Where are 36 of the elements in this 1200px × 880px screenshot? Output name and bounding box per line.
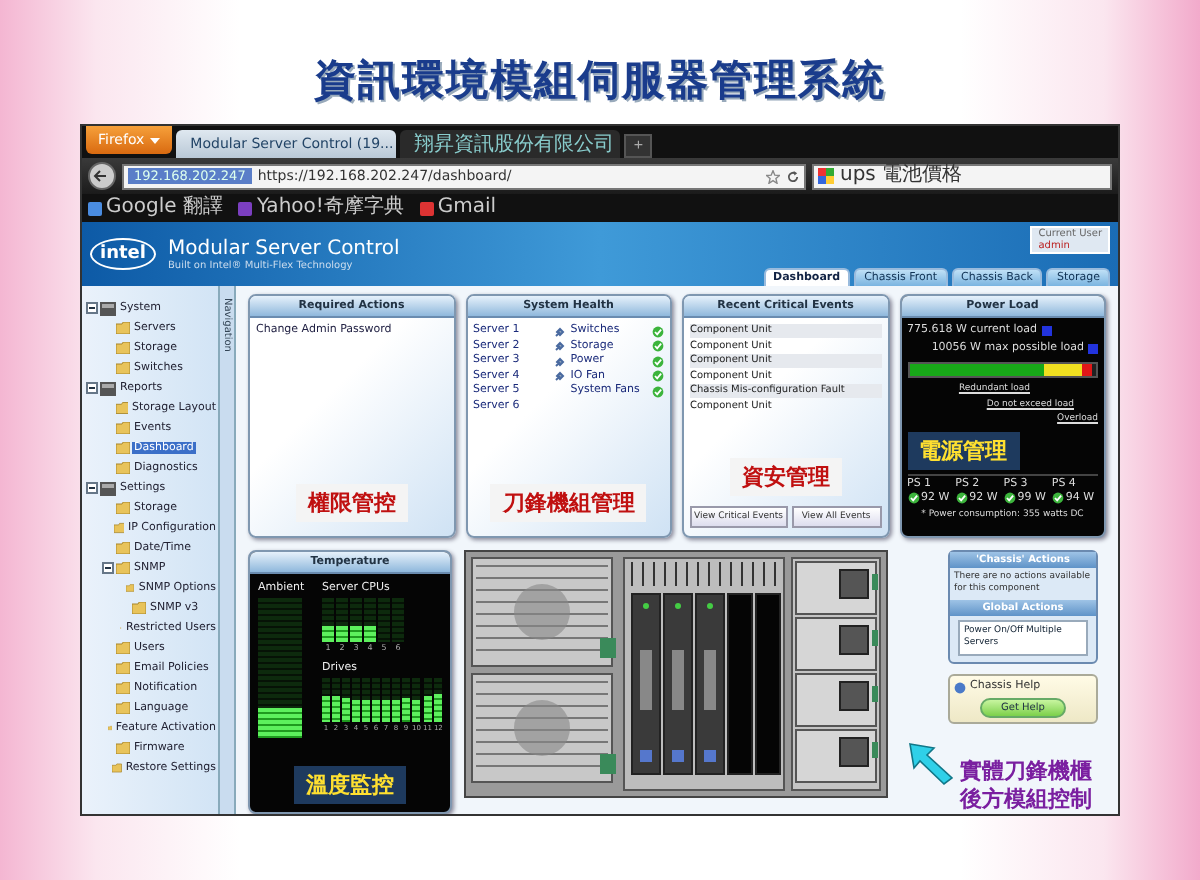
collapse-toggle-icon[interactable] [86,302,98,314]
caret-icon [150,137,161,143]
caption-label: 溫度監控 [294,766,406,804]
caption-label: 電源管理 [907,431,1019,469]
search-field[interactable]: ups 電池價格 [812,163,1112,189]
collapse-toggle-icon[interactable] [86,482,98,494]
bookmark-link[interactable]: Gmail [419,198,497,218]
bookmark-icon [419,201,434,215]
logo-text: intel [90,238,156,270]
caption-label: 刀鋒機組管理 [490,484,647,522]
caption-label: 資安管理 [729,458,842,496]
collapse-toggle-icon[interactable] [86,382,98,394]
callout-text: 實體刀鋒機櫃 [960,758,1092,786]
slide-title: 資訊環境模組伺服器管理系統 [314,52,886,108]
bookmark-link[interactable]: Google 翻譯 [88,198,223,218]
callout-text: 後方模組控制 [960,786,1092,814]
refresh-icon[interactable] [786,169,800,183]
google-icon [818,168,834,184]
back-icon[interactable] [88,162,116,190]
module-icon [100,481,116,495]
check-circle-icon [1003,492,1016,504]
new-tab-button[interactable]: + [624,134,653,158]
search-text: ups 電池價格 [840,166,963,186]
bookmark-icon [238,201,253,215]
collapse-toggle-icon[interactable] [102,562,114,574]
module-icon [100,381,116,395]
module-icon [100,301,116,315]
callout-arrow-icon [908,742,956,786]
caption-label: 權限管控 [295,484,408,522]
check-circle-icon [907,492,919,504]
check-circle-icon [1051,492,1064,504]
star-icon[interactable] [766,169,780,183]
bookmark-link[interactable]: Yahoo!奇摩字典 [238,198,404,218]
check-circle-icon [955,492,968,504]
app-title: Modular Server Control [167,237,402,259]
bookmark-icon [88,201,102,215]
